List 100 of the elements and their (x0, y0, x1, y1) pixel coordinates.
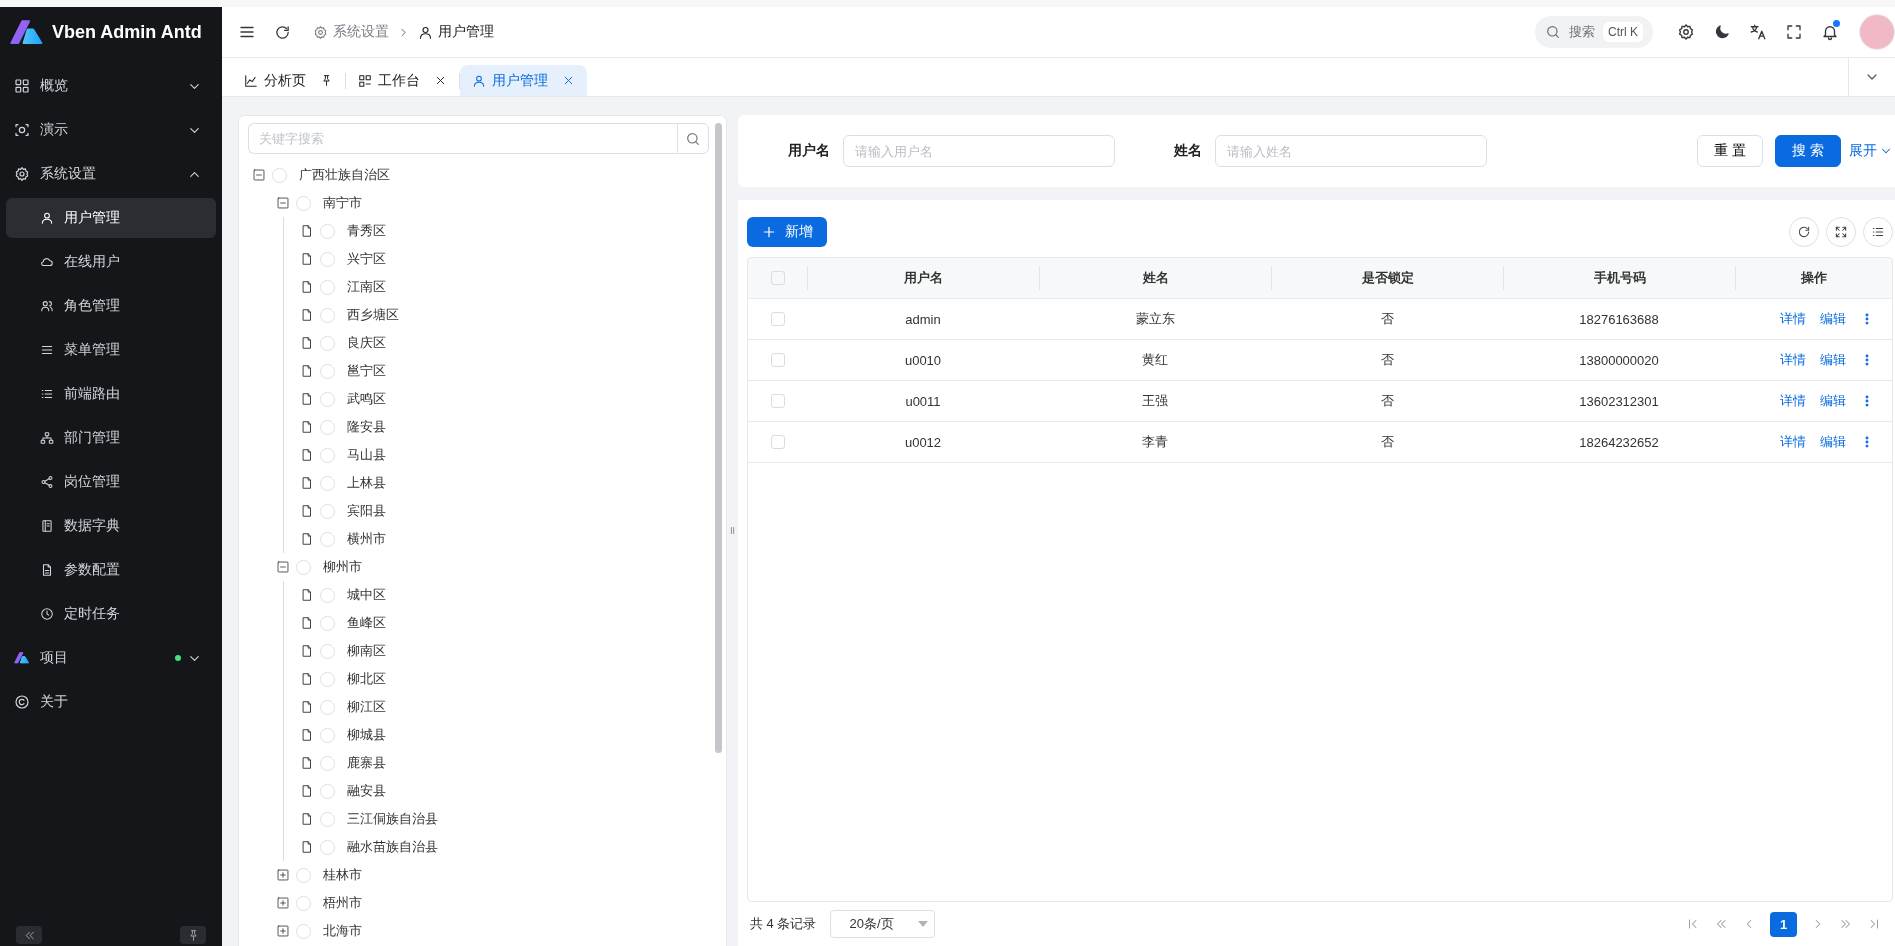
page-button[interactable]: 1 (1770, 911, 1797, 937)
tree-node-label[interactable]: 良庆区 (347, 334, 386, 352)
tree-node-label[interactable]: 城中区 (347, 586, 386, 604)
menu-item[interactable]: 用户管理 (6, 198, 216, 238)
detail-link[interactable]: 详情 (1780, 433, 1806, 451)
settings-icon[interactable] (1677, 23, 1695, 41)
tab[interactable]: 分析页 (232, 65, 345, 96)
tree-node-label[interactable]: 武鸣区 (347, 390, 386, 408)
search-button[interactable]: 搜 索 (1775, 135, 1841, 167)
tree-node-label[interactable]: 宾阳县 (347, 502, 386, 520)
collapse-icon[interactable] (276, 560, 290, 574)
expand-icon[interactable] (276, 868, 290, 882)
tree-node-label[interactable]: 柳州市 (323, 558, 362, 576)
pin-button[interactable] (180, 926, 206, 944)
edit-link[interactable]: 编辑 (1820, 433, 1846, 451)
tree-node-label[interactable]: 柳南区 (347, 642, 386, 660)
checkbox[interactable] (770, 353, 785, 367)
add-button[interactable]: 新增 (747, 217, 827, 247)
bell-icon[interactable] (1821, 23, 1839, 41)
collapse-icon[interactable] (252, 168, 266, 182)
table-cell-text: 否 (1379, 433, 1395, 451)
detail-link[interactable]: 详情 (1780, 351, 1806, 369)
page-size-select[interactable]: 20条/页 (830, 910, 936, 939)
collapse-button[interactable] (16, 926, 42, 944)
document-icon (300, 504, 314, 518)
menu-item[interactable]: 定时任务 (6, 594, 216, 634)
tree-node-label[interactable]: 鱼峰区 (347, 614, 386, 632)
translate-icon[interactable] (1749, 23, 1767, 41)
collapse-icon[interactable] (276, 196, 290, 210)
moon-icon[interactable] (1713, 23, 1731, 41)
menu-item[interactable]: 菜单管理 (6, 330, 216, 370)
input-field[interactable]: 请输入姓名 (1215, 135, 1487, 167)
tree-node-label[interactable]: 江南区 (347, 278, 386, 296)
reset-button[interactable]: 重 置 (1697, 135, 1764, 167)
tree-node-label[interactable]: 北海市 (323, 922, 362, 940)
menu-item[interactable]: 参数配置 (6, 550, 216, 590)
input-field[interactable]: 请输入用户名 (843, 135, 1115, 167)
grip-icon[interactable] (728, 526, 737, 535)
menu-item[interactable]: 概览 (6, 66, 216, 106)
menu-item[interactable]: 关于 (6, 682, 216, 722)
avatar[interactable] (1859, 14, 1895, 50)
tree-node-label[interactable]: 鹿寨县 (347, 754, 386, 772)
checkbox[interactable] (770, 435, 785, 449)
expand-link[interactable]: 展开 (1849, 142, 1893, 160)
last-page-icon[interactable] (1867, 917, 1881, 932)
breadcrumb-item[interactable]: 系统设置 (313, 23, 389, 41)
menu-item[interactable]: 数据字典 (6, 506, 216, 546)
close-icon[interactable] (434, 74, 447, 87)
pin-icon[interactable] (320, 74, 333, 87)
breadcrumb-item[interactable]: 用户管理 (418, 23, 494, 41)
document-icon (300, 784, 314, 798)
tree-node-label[interactable]: 柳北区 (347, 670, 386, 688)
menu-item[interactable]: 角色管理 (6, 286, 216, 326)
menu-item[interactable]: 在线用户 (6, 242, 216, 282)
tree-node-label[interactable]: 隆安县 (347, 418, 386, 436)
tree-node-label[interactable]: 桂林市 (323, 866, 362, 884)
user-icon (418, 24, 433, 40)
tree-node-label[interactable]: 邕宁区 (347, 362, 386, 380)
menu-item[interactable]: 项目 (6, 638, 216, 678)
scrollbar[interactable] (715, 123, 722, 753)
tree-node-label[interactable]: 三江侗族自治县 (347, 810, 438, 828)
detail-link[interactable]: 详情 (1780, 392, 1806, 410)
expand-icon[interactable] (276, 924, 290, 938)
tree-node-label[interactable]: 融水苗族自治县 (347, 838, 438, 856)
edit-link[interactable]: 编辑 (1820, 351, 1846, 369)
tree-node-label[interactable]: 梧州市 (323, 894, 362, 912)
tab[interactable]: 工作台 (346, 65, 459, 96)
tree-node-label[interactable]: 柳江区 (347, 698, 386, 716)
expand-icon[interactable] (276, 896, 290, 910)
refresh-icon (1797, 225, 1811, 239)
tree-node-label[interactable]: 青秀区 (347, 222, 386, 240)
menu-item[interactable]: 演示 (6, 110, 216, 150)
search-button[interactable] (677, 123, 709, 154)
checkbox[interactable] (770, 394, 785, 408)
tab[interactable]: 用户管理 (460, 65, 587, 96)
tree-node-label[interactable]: 上林县 (347, 474, 386, 492)
edit-link[interactable]: 编辑 (1820, 392, 1846, 410)
tree-node-label[interactable]: 兴宁区 (347, 250, 386, 268)
search-button[interactable]: 搜索 Ctrl K (1535, 16, 1653, 48)
fullscreen-icon[interactable] (1785, 23, 1803, 41)
edit-link[interactable]: 编辑 (1820, 310, 1846, 328)
tree-node-label[interactable]: 广西壮族自治区 (299, 166, 390, 184)
tree-node-label[interactable]: 马山县 (347, 446, 386, 464)
logo-icon (14, 652, 30, 664)
menu-item[interactable]: 系统设置 (6, 154, 216, 194)
search-field[interactable]: 关键字搜索 (248, 123, 677, 154)
detail-link[interactable]: 详情 (1780, 310, 1806, 328)
checkbox[interactable] (770, 312, 785, 326)
menu-item[interactable]: 岗位管理 (6, 462, 216, 502)
menu-item[interactable]: 前端路由 (6, 374, 216, 414)
tree-node-label[interactable]: 柳城县 (347, 726, 386, 744)
tree-node-label[interactable]: 横州市 (347, 530, 386, 548)
tree-node-label[interactable]: 南宁市 (323, 194, 362, 212)
tree-node-label[interactable]: 西乡塘区 (347, 306, 399, 324)
total-count: 共 4 条记录 (750, 915, 817, 934)
menu-item[interactable]: 部门管理 (6, 418, 216, 458)
refresh-icon[interactable] (274, 23, 291, 41)
checkbox[interactable] (770, 271, 785, 285)
first-page-icon[interactable] (1686, 917, 1700, 932)
tree-node-label[interactable]: 融安县 (347, 782, 386, 800)
